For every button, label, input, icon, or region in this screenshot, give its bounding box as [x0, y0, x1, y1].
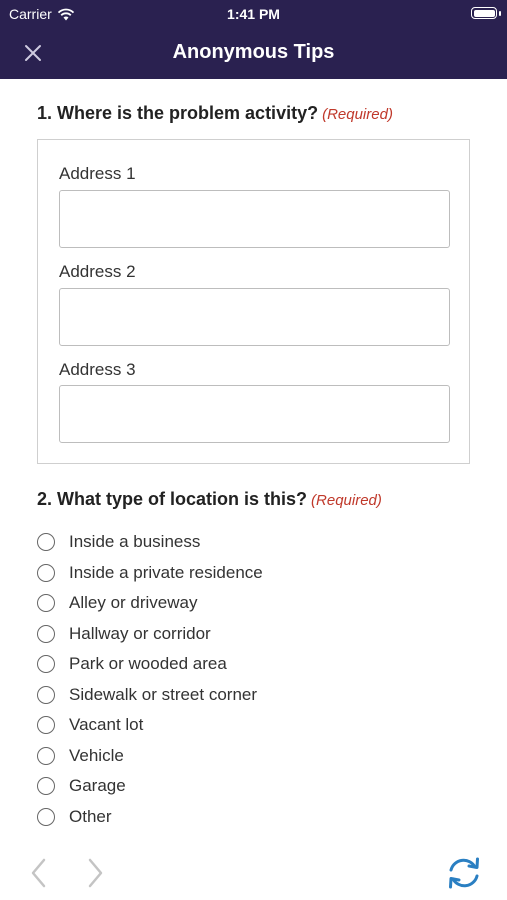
- question-2-text: 2. What type of location is this?: [37, 489, 308, 509]
- option-hallway-or-corridor[interactable]: Hallway or corridor: [37, 619, 337, 649]
- option-label: Hallway or corridor: [69, 623, 211, 643]
- chevron-left-icon[interactable]: [28, 857, 50, 889]
- page-title: Anonymous Tips: [172, 41, 335, 63]
- radio-button[interactable]: [37, 807, 55, 826]
- address-3-input[interactable]: [59, 385, 450, 443]
- option-label: Inside a business: [69, 532, 201, 551]
- option-label: Park or wooded area: [69, 654, 227, 673]
- radio-button[interactable]: [37, 594, 55, 612]
- status-time: 1:41 PM: [227, 6, 280, 22]
- option-label: Sidewalk or street corner: [69, 684, 258, 704]
- address-1-label: Address 1: [59, 164, 136, 183]
- radio-button[interactable]: [37, 746, 55, 765]
- radio-button[interactable]: [37, 655, 55, 673]
- option-label: Vacant lot: [69, 715, 144, 734]
- option-garage[interactable]: Garage: [37, 771, 337, 801]
- question-1-text: 1. Where is the problem activity?: [37, 103, 319, 123]
- radio-button[interactable]: [37, 716, 55, 734]
- option-inside-business[interactable]: Inside a business: [37, 527, 337, 557]
- radio-button[interactable]: [37, 777, 55, 795]
- radio-button[interactable]: [37, 624, 55, 643]
- option-alley-or-driveway[interactable]: Alley or driveway: [37, 588, 337, 618]
- radio-button[interactable]: [37, 685, 55, 704]
- required-label: (Required): [322, 106, 393, 123]
- chevron-right-icon[interactable]: [84, 857, 106, 889]
- address-3-label: Address 3: [59, 360, 136, 379]
- option-label: Inside a private residence: [69, 562, 263, 582]
- required-label: (Required): [311, 492, 382, 509]
- address-group: Address 1 Address 2 Address 3: [37, 139, 470, 464]
- status-bar: Carrier 1:41 PM: [0, 0, 507, 28]
- option-sidewalk-or-street-corner[interactable]: Sidewalk or street corner: [37, 680, 337, 710]
- option-label: Alley or driveway: [69, 593, 198, 612]
- radio-button[interactable]: [37, 563, 55, 582]
- option-park-or-wooded-area[interactable]: Park or wooded area: [37, 649, 337, 679]
- radio-button[interactable]: [37, 533, 55, 551]
- question-1-title: 1. Where is the problem activity? (Requir…: [37, 103, 393, 124]
- address-1-input[interactable]: [59, 190, 450, 248]
- option-inside-private-residence[interactable]: Inside a private residence: [37, 558, 337, 588]
- refresh-icon[interactable]: [444, 855, 484, 891]
- battery-icon: [471, 7, 497, 19]
- battery-cap: [499, 11, 501, 16]
- option-vacant-lot[interactable]: Vacant lot: [37, 710, 337, 740]
- option-other[interactable]: Other: [37, 802, 337, 832]
- option-label: Garage: [69, 776, 126, 795]
- option-vehicle[interactable]: Vehicle: [37, 741, 337, 771]
- option-label: Other: [69, 806, 112, 826]
- address-2-input[interactable]: [59, 288, 450, 346]
- nav-bar: Anonymous Tips: [0, 28, 507, 79]
- address-2-label: Address 2: [59, 262, 136, 281]
- option-label: Vehicle: [69, 745, 124, 765]
- question-2-title: 2. What type of location is this? (Requir…: [37, 489, 382, 510]
